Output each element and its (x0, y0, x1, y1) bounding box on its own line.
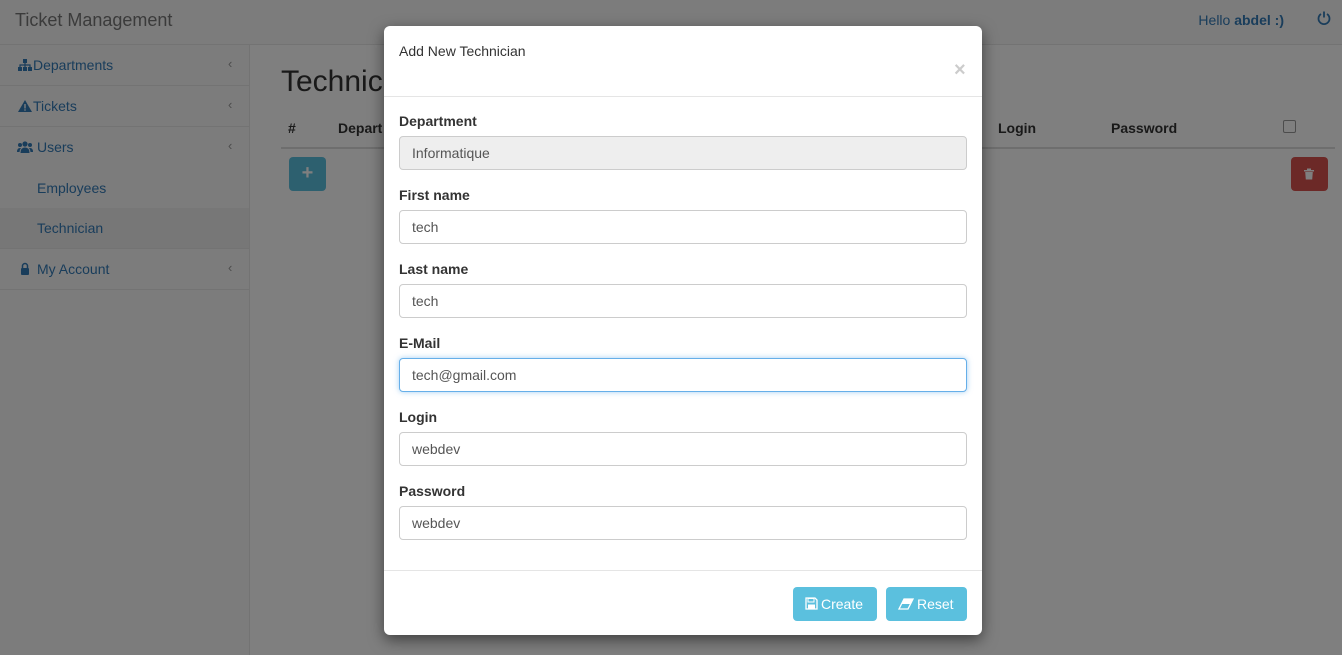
create-button-label: Create (821, 596, 864, 612)
first-name-label: First name (399, 187, 470, 203)
modal-title: Add New Technician (399, 43, 526, 59)
reset-button-label: Reset (917, 596, 954, 612)
save-icon (805, 597, 818, 610)
close-icon[interactable]: × (954, 60, 966, 80)
password-field[interactable]: webdev (399, 506, 967, 540)
last-name-field[interactable]: tech (399, 284, 967, 318)
department-field[interactable]: Informatique (399, 136, 967, 170)
department-label: Department (399, 113, 477, 129)
modal-header: Add New Technician × (384, 26, 982, 97)
eraser-icon (898, 598, 914, 610)
email-label: E-Mail (399, 335, 441, 351)
create-button[interactable]: Create (793, 587, 877, 621)
password-label: Password (399, 483, 466, 499)
add-technician-modal: Add New Technician × Department Informat… (384, 26, 982, 635)
first-name-field[interactable]: tech (399, 210, 967, 244)
modal-footer: Create Reset (384, 570, 982, 636)
email-field[interactable]: tech@gmail.com (399, 358, 967, 392)
login-field[interactable]: webdev (399, 432, 967, 466)
last-name-label: Last name (399, 261, 469, 277)
reset-button[interactable]: Reset (886, 587, 967, 621)
login-label: Login (399, 409, 438, 425)
